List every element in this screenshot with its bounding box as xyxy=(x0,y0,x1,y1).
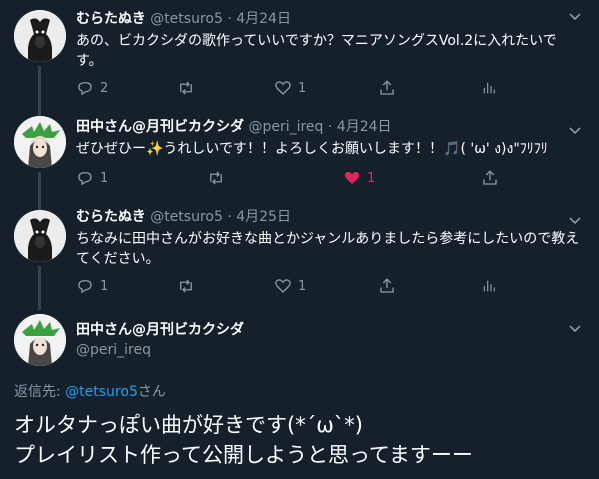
like-icon xyxy=(343,169,361,187)
analytics-button[interactable] xyxy=(481,277,497,295)
like-button[interactable]: 1 xyxy=(274,79,306,97)
share-button[interactable] xyxy=(378,79,396,97)
display-name[interactable]: 田中さん@月刊ビカクシダ xyxy=(76,320,244,340)
main-tweet-text: オルタナっぽい曲が好きです(*´ω`*) プレイリスト作って公開しようと思ってま… xyxy=(14,410,589,470)
retweet-icon xyxy=(206,169,226,187)
reply-icon xyxy=(76,277,94,295)
tweet-actions: 1 1 xyxy=(76,169,516,189)
tweet-text: ちなみに田中さんがお好きな曲とかジャンルありましたら参考にしたいので教えてくださ… xyxy=(76,231,580,267)
reply-count: 1 xyxy=(100,170,109,186)
thread-line xyxy=(38,66,41,116)
tweet-actions: 2 1 xyxy=(76,79,516,99)
chevron-down-icon[interactable] xyxy=(569,10,581,24)
reply-button[interactable]: 2 xyxy=(76,79,108,97)
tweet-text: あの、ビカクシダの歌作っていいですか？マニアソングスVol.2に入れたいです。 xyxy=(76,33,557,69)
timestamp[interactable]: 4月25日 xyxy=(236,209,291,225)
avatar[interactable] xyxy=(14,10,66,62)
avatar[interactable] xyxy=(14,314,66,366)
reply-count: 1 xyxy=(100,278,109,294)
replying-to: 返信先: @tetsuro5さん xyxy=(14,381,166,401)
like-icon xyxy=(274,277,292,295)
reply-to-label: 返信先: xyxy=(14,384,61,400)
share-icon xyxy=(378,79,396,97)
share-button[interactable] xyxy=(378,277,396,295)
like-count: 1 xyxy=(298,80,307,96)
tweet-text: ぜひぜひー✨うれしいです！！よろしくお願いします！！🎵( 'ω' ง)ง"ﾌﾘﾌ… xyxy=(76,141,548,157)
timestamp[interactable]: 4月24日 xyxy=(337,119,392,135)
timestamp[interactable]: 4月24日 xyxy=(236,11,291,27)
tweet-header: むらたぬき @tetsuro5 · 4月25日 xyxy=(76,209,291,225)
share-button[interactable] xyxy=(481,169,499,187)
main-tweet-line-2: プレイリスト作って公開しようと思ってますーー xyxy=(14,443,473,467)
avatar[interactable] xyxy=(14,210,66,262)
tweet-header: 田中さん@月刊ビカクシダ @peri_ireq · 4月24日 xyxy=(76,119,392,135)
like-button[interactable]: 1 xyxy=(343,169,375,187)
display-name[interactable]: むらたぬき xyxy=(76,11,146,27)
reply-count: 2 xyxy=(100,80,109,96)
analytics-button[interactable] xyxy=(481,79,497,97)
handle[interactable]: @peri_ireq xyxy=(76,340,244,360)
main-tweet-line-1: オルタナっぽい曲が好きです(*´ω`*) xyxy=(14,413,363,437)
like-icon xyxy=(274,79,292,97)
display-name[interactable]: 田中さん@月刊ビカクシダ xyxy=(76,119,244,135)
retweet-button[interactable] xyxy=(176,79,202,97)
reply-button[interactable]: 1 xyxy=(76,277,108,295)
like-count: 1 xyxy=(367,170,376,186)
tweet-actions: 1 1 xyxy=(76,277,516,297)
reply-to-suffix: さん xyxy=(137,384,166,400)
reply-icon xyxy=(76,169,94,187)
share-icon xyxy=(481,169,499,187)
reply-to-handle[interactable]: @tetsuro5 xyxy=(65,384,138,400)
share-icon xyxy=(378,277,396,295)
like-count: 1 xyxy=(298,278,307,294)
like-button[interactable]: 1 xyxy=(274,277,306,295)
analytics-icon xyxy=(481,277,497,295)
tweet-thread-page: { "tweets": [ { "name": "むらたぬき", "handle… xyxy=(0,0,599,479)
retweet-button[interactable] xyxy=(176,277,202,295)
thread-line xyxy=(38,266,41,310)
reply-button[interactable]: 1 xyxy=(76,169,108,187)
chevron-down-icon[interactable] xyxy=(569,322,581,336)
thread-line xyxy=(38,172,41,210)
chevron-down-icon[interactable] xyxy=(569,214,581,228)
reply-icon xyxy=(76,79,94,97)
handle[interactable]: @tetsuro5 xyxy=(150,209,223,225)
main-tweet-header: 田中さん@月刊ビカクシダ @peri_ireq xyxy=(76,320,244,360)
retweet-icon xyxy=(176,79,196,97)
avatar[interactable] xyxy=(14,116,66,168)
display-name[interactable]: むらたぬき xyxy=(76,209,146,225)
retweet-icon xyxy=(176,277,196,295)
handle[interactable]: @tetsuro5 xyxy=(150,11,223,27)
chevron-down-icon[interactable] xyxy=(569,124,581,138)
analytics-icon xyxy=(481,79,497,97)
retweet-button[interactable] xyxy=(206,169,232,187)
handle[interactable]: @peri_ireq xyxy=(248,119,323,135)
tweet-header: むらたぬき @tetsuro5 · 4月24日 xyxy=(76,11,291,27)
